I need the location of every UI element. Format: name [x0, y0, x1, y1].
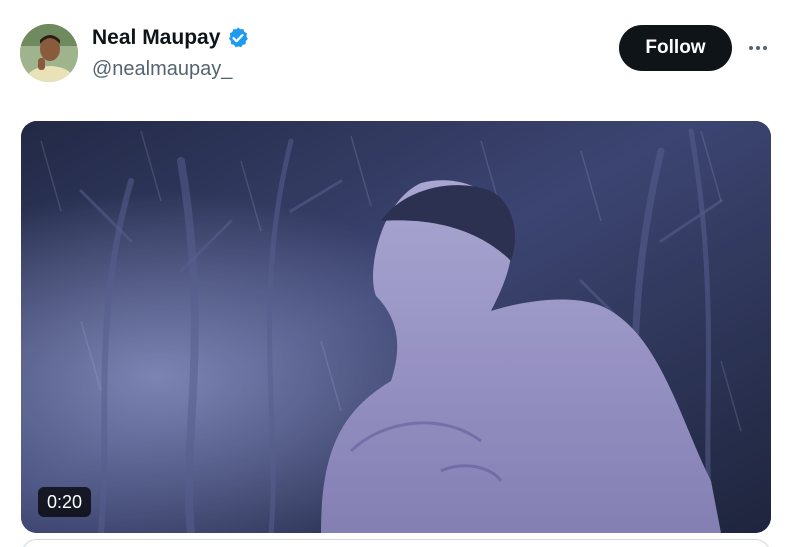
video-duration-badge: 0:20 — [38, 487, 92, 517]
verified-badge-icon — [226, 26, 250, 50]
video-player[interactable] — [21, 121, 771, 533]
follow-button[interactable]: Follow — [619, 25, 732, 71]
author-name-row: Neal Maupay — [92, 26, 250, 50]
dot — [749, 46, 753, 50]
author-display-name[interactable]: Neal Maupay — [92, 26, 220, 50]
tweet-card: Neal Maupay @nealmaupay_ Follow 0:20 — [0, 0, 791, 547]
more-options-icon[interactable] — [742, 34, 774, 62]
author-handle[interactable]: @nealmaupay_ — [92, 58, 232, 81]
next-card-edge — [21, 539, 771, 547]
video-frame — [21, 121, 771, 533]
avatar-image — [20, 24, 78, 82]
avatar[interactable] — [20, 24, 78, 82]
dot — [756, 46, 760, 50]
dot — [763, 46, 767, 50]
